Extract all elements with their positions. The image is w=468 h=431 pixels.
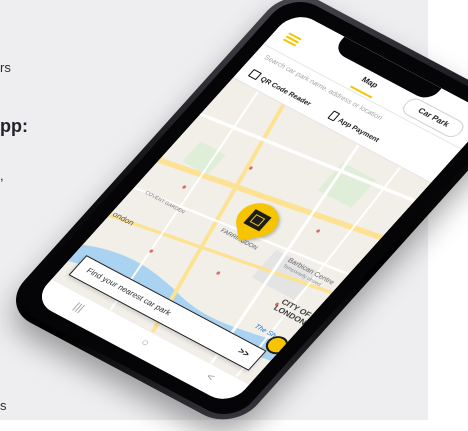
- back-button[interactable]: <: [203, 371, 217, 383]
- search-go-button[interactable]: >>: [231, 342, 256, 365]
- text-fragment-comma: ,: [0, 168, 4, 183]
- heading-fragment-app: pp:: [0, 116, 28, 136]
- text-fragment-rs: rs: [0, 60, 11, 75]
- car-park-pin-symbol: [243, 209, 272, 232]
- text-fragment-s: s: [0, 398, 7, 413]
- home-button[interactable]: ○: [138, 337, 152, 349]
- menu-icon[interactable]: [282, 32, 302, 47]
- recent-apps-button[interactable]: |||: [71, 301, 87, 314]
